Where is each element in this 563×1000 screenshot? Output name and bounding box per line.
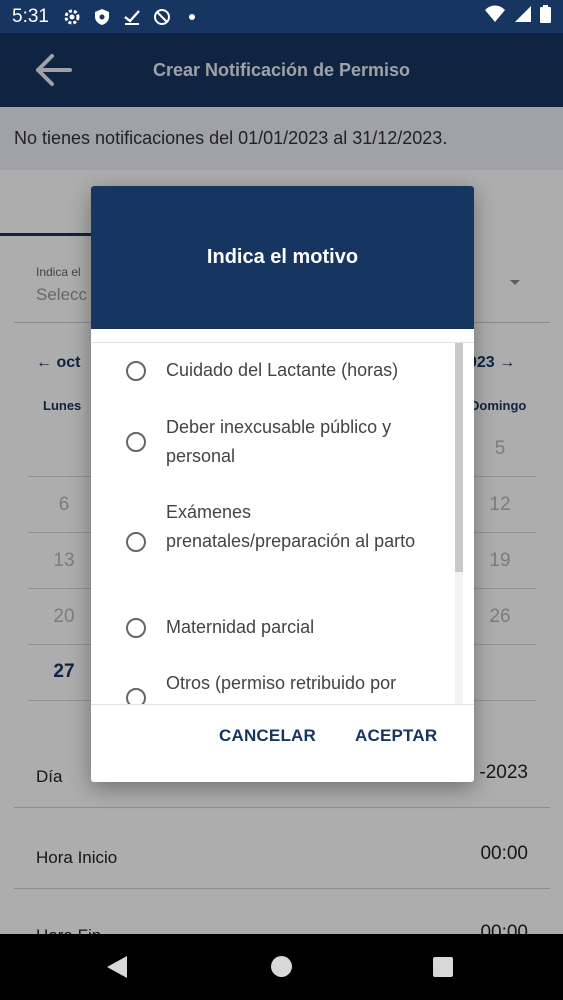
- nav-home-icon[interactable]: [271, 956, 292, 977]
- dot-icon: [183, 8, 201, 26]
- nav-back-icon[interactable]: [107, 956, 127, 978]
- system-nav-bar: [0, 934, 563, 1000]
- settings-gear-icon: [63, 8, 81, 26]
- reason-option[interactable]: Maternidad parcial: [91, 601, 455, 657]
- radio-unchecked-icon[interactable]: [126, 432, 146, 452]
- reason-option-label: Otros (permiso retribuido por: [166, 673, 397, 693]
- cancel-button[interactable]: CANCELAR: [219, 726, 316, 746]
- reason-option-label: Exámenes prenatales/preparación al parto: [166, 502, 416, 551]
- reason-option[interactable]: Exámenes prenatales/preparación al parto: [91, 485, 455, 601]
- reason-option[interactable]: Deber inexcusable público y personal: [91, 399, 455, 485]
- radio-unchecked-icon[interactable]: [126, 361, 146, 381]
- radio-unchecked-icon[interactable]: [126, 618, 146, 638]
- signal-icon: [514, 5, 532, 29]
- radio-unchecked-icon[interactable]: [126, 688, 146, 704]
- nav-recents-icon[interactable]: [433, 957, 453, 977]
- reason-option[interactable]: Otros (permiso retribuido por: [91, 657, 455, 704]
- do-not-disturb-icon: [153, 8, 171, 26]
- accept-button[interactable]: ACEPTAR: [355, 726, 437, 746]
- reason-option-label: Deber inexcusable público y personal: [166, 417, 392, 466]
- status-bar: 5:31: [0, 0, 563, 33]
- download-done-icon: [123, 8, 141, 26]
- radio-unchecked-icon[interactable]: [126, 532, 146, 552]
- battery-icon: [540, 4, 551, 29]
- dialog-header: Indica el motivo: [91, 186, 474, 329]
- reason-dialog: Indica el motivo Cuidado del Lactante (h…: [91, 186, 474, 782]
- scrollbar-thumb[interactable]: [455, 343, 463, 572]
- dialog-divider-bottom: [91, 704, 474, 705]
- reason-options-list[interactable]: Cuidado del Lactante (horas) Deber inexc…: [91, 343, 455, 704]
- shield-icon: [93, 8, 111, 26]
- dialog-title: Indica el motivo: [206, 246, 359, 268]
- status-time: 5:31: [12, 5, 49, 27]
- reason-option[interactable]: Cuidado del Lactante (horas): [91, 343, 455, 399]
- wifi-icon: [484, 5, 506, 29]
- reason-option-label: Maternidad parcial: [166, 617, 315, 637]
- reason-option-label: Cuidado del Lactante (horas): [166, 360, 399, 380]
